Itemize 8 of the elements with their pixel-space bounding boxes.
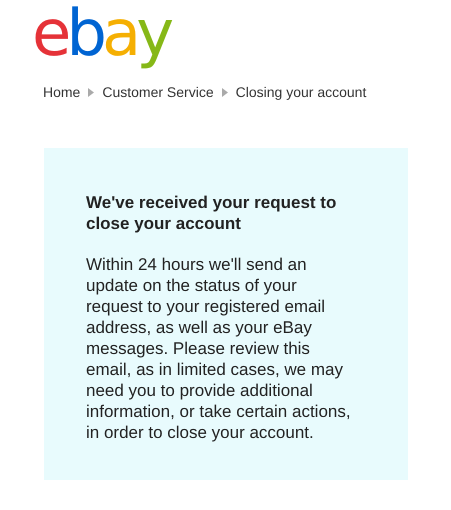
breadcrumb-link[interactable]: Home (43, 84, 80, 100)
message-title: We've received your request to close your account (86, 192, 338, 234)
breadcrumb-link[interactable]: Closing your account (236, 84, 366, 100)
chevron-icon (88, 88, 94, 96)
chevron-icon (222, 88, 228, 96)
breadcrumb-link[interactable]: Customer Service (102, 84, 214, 100)
message-text: Within 24 hours we'll send an update on the status of your request to your registered email address, as well as your eBay messages. Please review this email, as in limited cases, we may need you to provide additional information, or take certain actions, in order to close your account. (86, 254, 352, 443)
ebay-logo[interactable]: ebay (32, 2, 170, 66)
